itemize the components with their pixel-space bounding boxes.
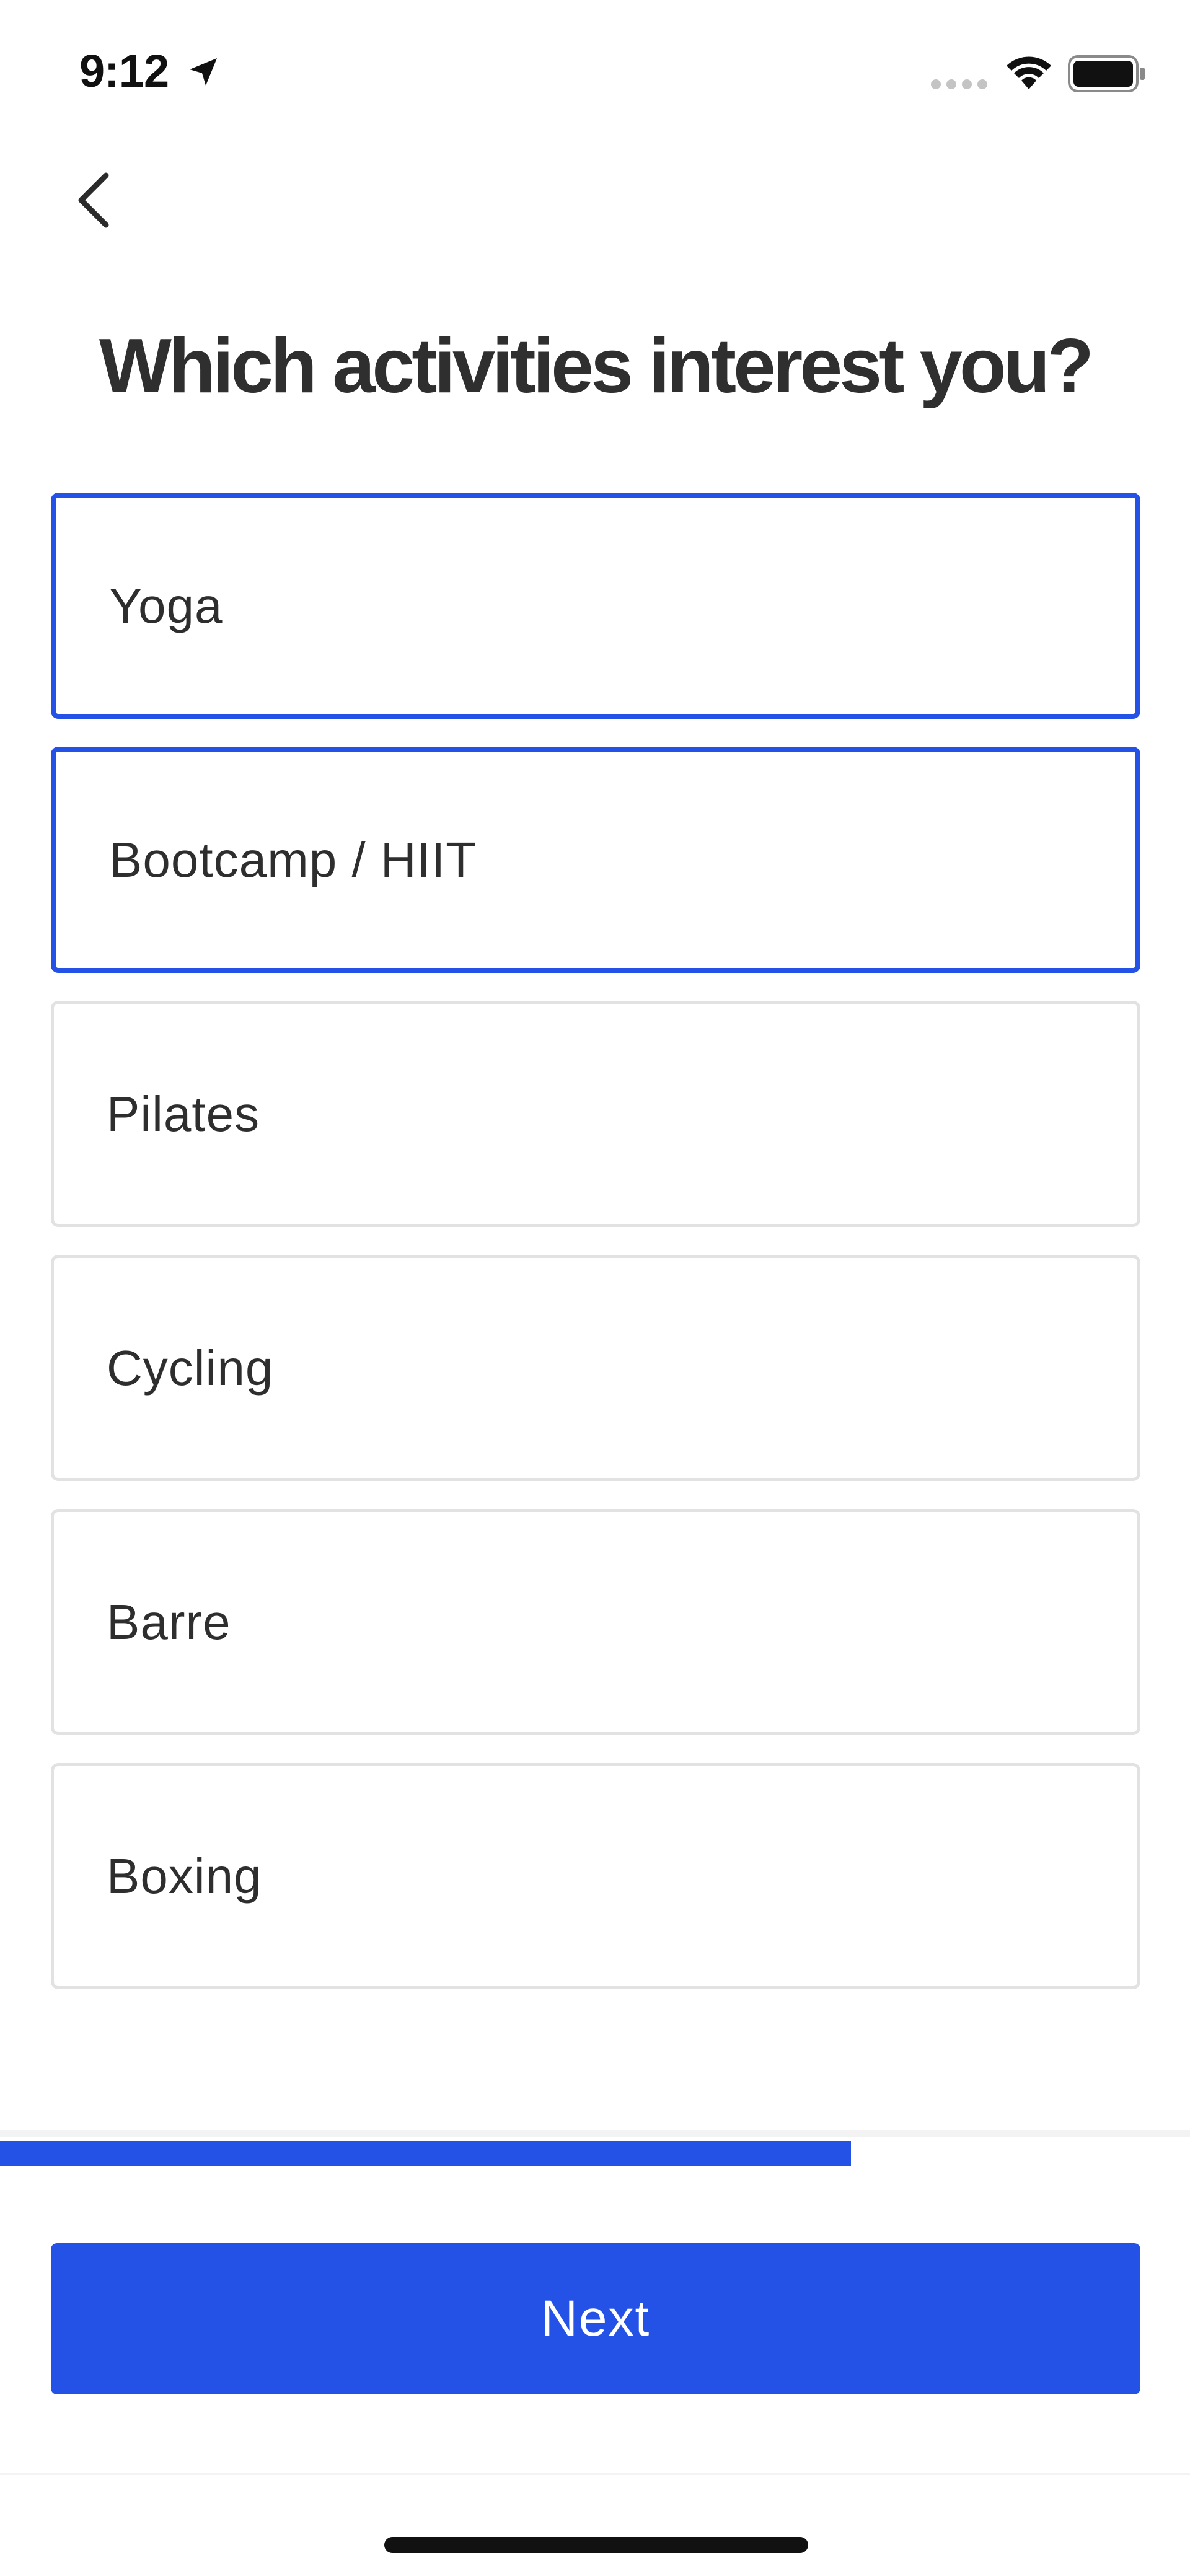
next-button[interactable]: Next — [51, 2243, 1140, 2394]
option-label: Cycling — [107, 1340, 274, 1396]
option-pilates[interactable]: Pilates — [51, 1001, 1140, 1227]
signal-icon — [930, 77, 992, 92]
progress-fill — [0, 2141, 851, 2166]
option-label: Pilates — [107, 1086, 260, 1141]
bottom-divider — [0, 2130, 1190, 2137]
option-yoga[interactable]: Yoga — [51, 493, 1140, 719]
footer-divider — [0, 2473, 1190, 2475]
page-title: Which activities interest you? — [99, 323, 1094, 409]
wifi-icon — [1004, 52, 1054, 92]
options-list: Yoga Bootcamp / HIIT Pilates Cycling Bar… — [51, 493, 1140, 2017]
chevron-left-icon — [72, 169, 115, 234]
option-cycling[interactable]: Cycling — [51, 1255, 1140, 1481]
status-time: 9:12 — [79, 45, 169, 97]
back-button[interactable] — [60, 167, 128, 235]
option-boxing[interactable]: Boxing — [51, 1763, 1140, 1989]
battery-icon — [1067, 55, 1148, 93]
option-label: Barre — [107, 1594, 231, 1650]
location-arrow-icon — [186, 55, 221, 89]
progress-bar — [0, 2141, 1190, 2166]
option-barre[interactable]: Barre — [51, 1509, 1140, 1735]
status-bar: 9:12 — [0, 0, 1190, 143]
option-label: Yoga — [109, 578, 223, 633]
option-bootcamp-hiit[interactable]: Bootcamp / HIIT — [51, 747, 1140, 973]
home-indicator — [384, 2537, 808, 2553]
option-label: Bootcamp / HIIT — [109, 832, 477, 887]
option-label: Boxing — [107, 1848, 262, 1904]
